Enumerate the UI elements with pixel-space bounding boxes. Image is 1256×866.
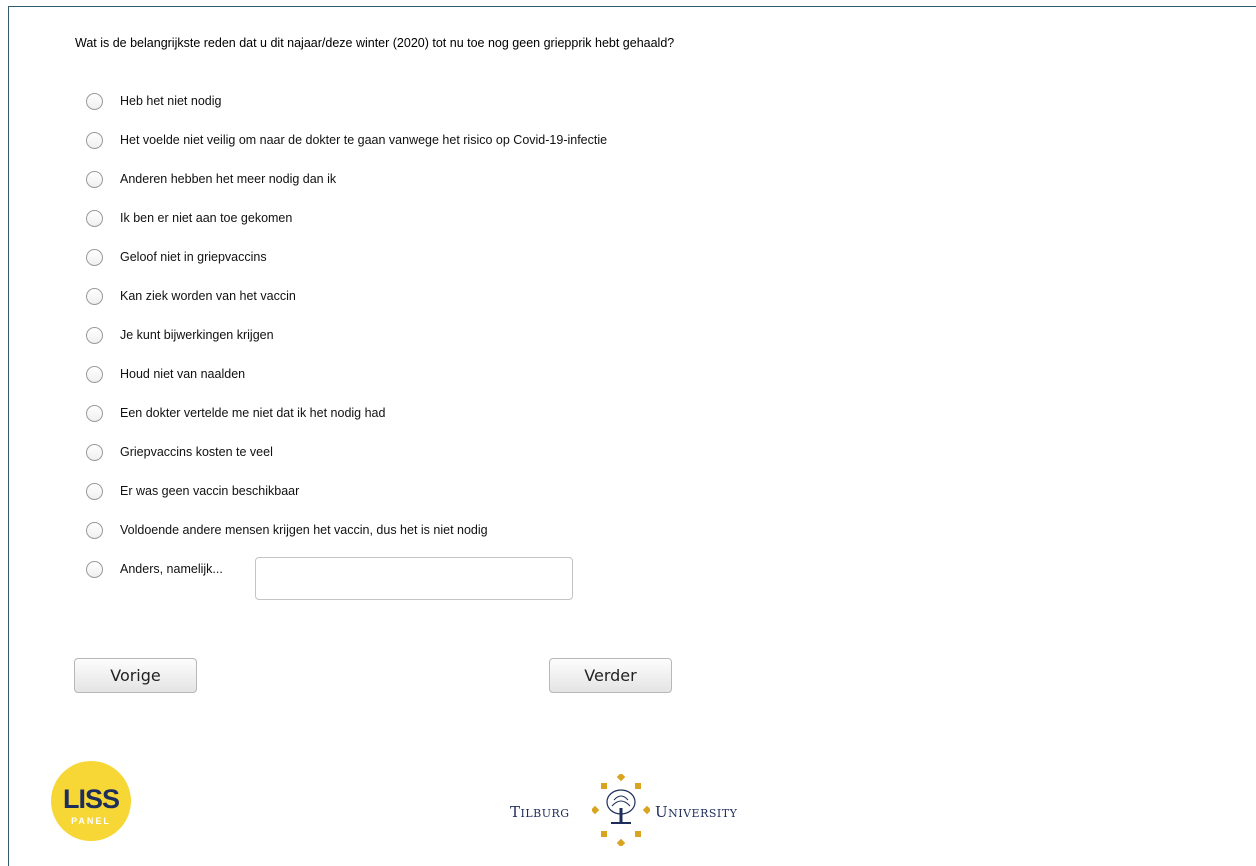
option-label: Griepvaccins kosten te veel bbox=[120, 445, 273, 459]
option-label: Kan ziek worden van het vaccin bbox=[120, 289, 296, 303]
answer-options: Heb het niet nodig Het voelde niet veili… bbox=[86, 91, 607, 598]
radio-button[interactable] bbox=[86, 444, 103, 461]
radio-button[interactable] bbox=[86, 483, 103, 500]
option-label: Heb het niet nodig bbox=[120, 94, 222, 108]
tilburg-word: Tilburg bbox=[510, 803, 570, 821]
option-6[interactable]: Je kunt bijwerkingen krijgen bbox=[86, 325, 607, 364]
option-label: Het voelde niet veilig om naar de dokter… bbox=[120, 133, 608, 147]
option-5[interactable]: Kan ziek worden van het vaccin bbox=[86, 286, 607, 325]
option-label: Een dokter vertelde me niet dat ik het n… bbox=[120, 406, 386, 420]
radio-button[interactable] bbox=[86, 522, 103, 539]
option-label: Anders, namelijk... bbox=[120, 562, 223, 576]
option-label: Houd niet van naalden bbox=[120, 367, 246, 381]
option-4[interactable]: Geloof niet in griepvaccins bbox=[86, 247, 607, 286]
radio-button[interactable] bbox=[86, 171, 103, 188]
next-button[interactable]: Verder bbox=[549, 658, 672, 693]
option-label: Voldoende andere mensen krijgen het vacc… bbox=[120, 523, 488, 537]
radio-button[interactable] bbox=[86, 327, 103, 344]
other-text-input[interactable] bbox=[255, 557, 573, 600]
option-11[interactable]: Voldoende andere mensen krijgen het vacc… bbox=[86, 520, 607, 559]
radio-button[interactable] bbox=[86, 249, 103, 266]
option-10[interactable]: Er was geen vaccin beschikbaar bbox=[86, 481, 607, 520]
option-2[interactable]: Anderen hebben het meer nodig dan ik bbox=[86, 169, 607, 208]
radio-button[interactable] bbox=[86, 210, 103, 227]
option-8[interactable]: Een dokter vertelde me niet dat ik het n… bbox=[86, 403, 607, 442]
option-label: Je kunt bijwerkingen krijgen bbox=[120, 328, 274, 342]
option-9[interactable]: Griepvaccins kosten te veel bbox=[86, 442, 607, 481]
option-label: Ik ben er niet aan toe gekomen bbox=[120, 211, 293, 225]
svg-text:PANEL: PANEL bbox=[71, 816, 111, 826]
tree-emblem-icon bbox=[592, 774, 650, 846]
option-0[interactable]: Heb het niet nodig bbox=[86, 91, 607, 130]
liss-panel-logo: LISS PANEL bbox=[51, 761, 131, 841]
option-label: Anderen hebben het meer nodig dan ik bbox=[120, 172, 337, 186]
radio-button[interactable] bbox=[86, 288, 103, 305]
radio-button[interactable] bbox=[86, 366, 103, 383]
university-word: University bbox=[655, 803, 738, 821]
radio-button[interactable] bbox=[86, 93, 103, 110]
option-label: Geloof niet in griepvaccins bbox=[120, 250, 267, 264]
option-3[interactable]: Ik ben er niet aan toe gekomen bbox=[86, 208, 607, 247]
svg-text:LISS: LISS bbox=[63, 784, 119, 814]
radio-button[interactable] bbox=[86, 561, 103, 578]
option-1[interactable]: Het voelde niet veilig om naar de dokter… bbox=[86, 130, 607, 169]
previous-button[interactable]: Vorige bbox=[74, 658, 197, 693]
radio-button[interactable] bbox=[86, 405, 103, 422]
tilburg-university-logo: Tilburg University bbox=[510, 774, 770, 846]
question-text: Wat is de belangrijkste reden dat u dit … bbox=[75, 36, 675, 50]
option-label: Er was geen vaccin beschikbaar bbox=[120, 484, 300, 498]
option-7[interactable]: Houd niet van naalden bbox=[86, 364, 607, 403]
radio-button[interactable] bbox=[86, 132, 103, 149]
